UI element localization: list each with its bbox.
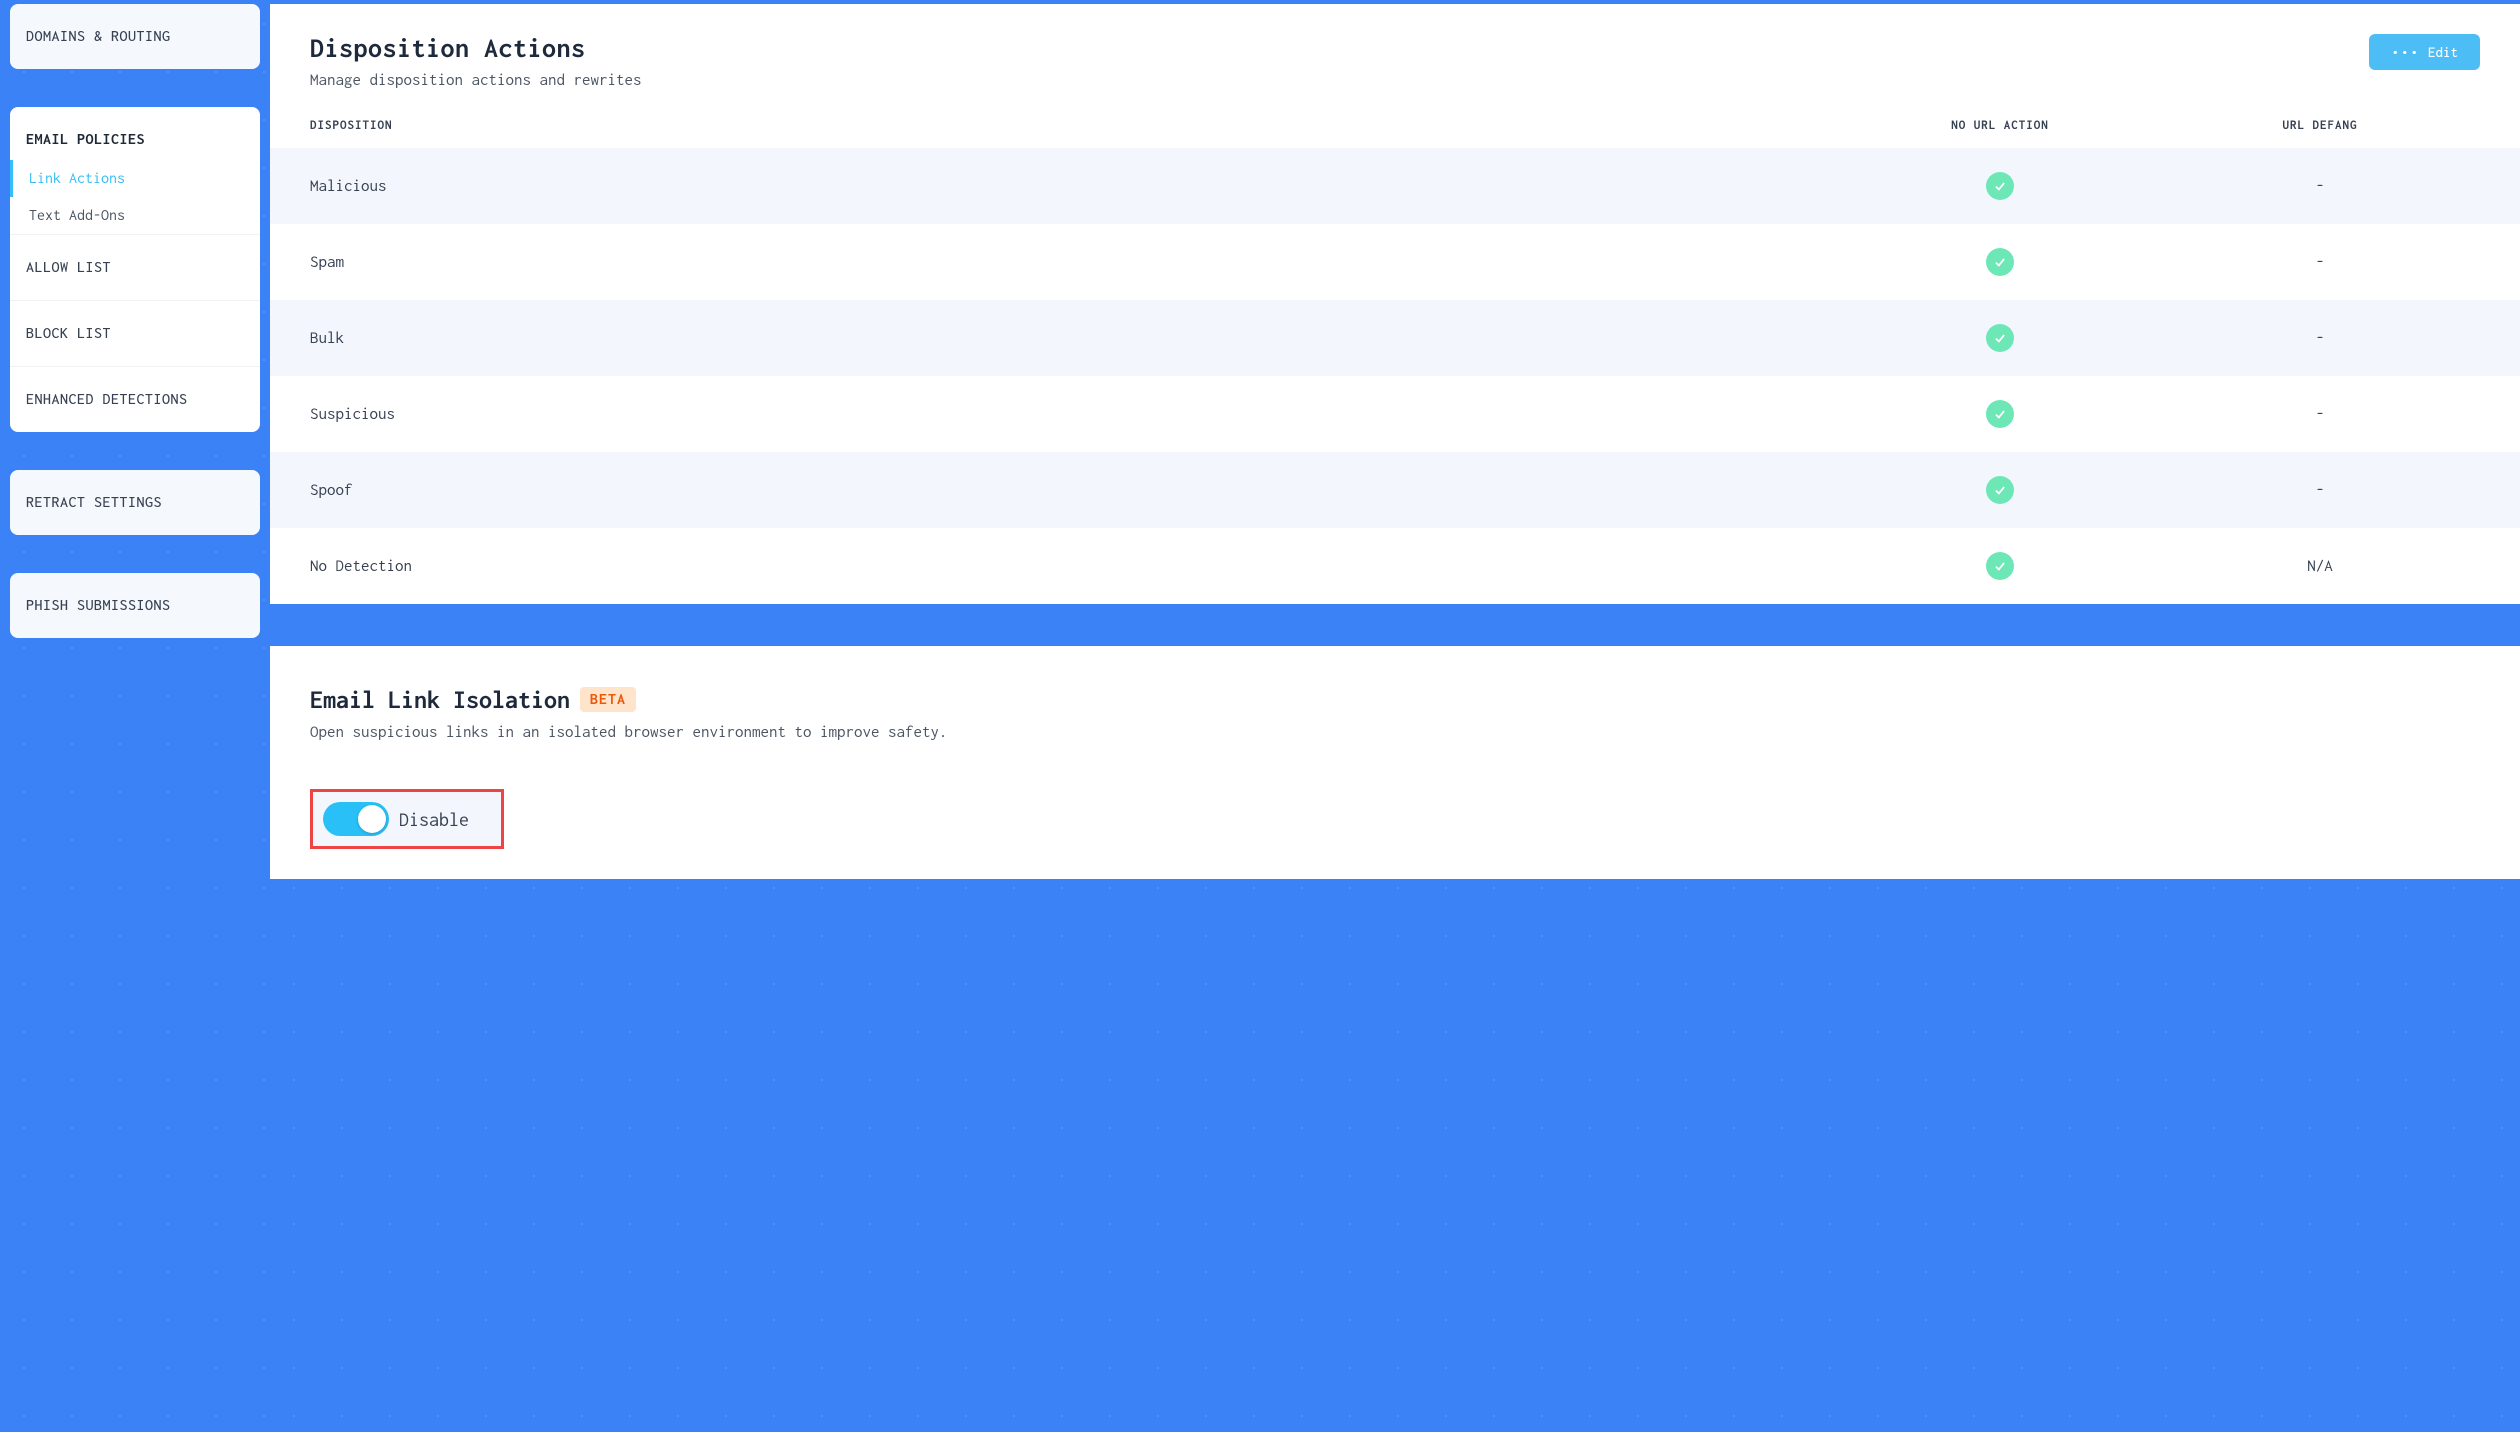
check-icon [1986,552,2014,580]
url-defang-cell: - [2160,253,2480,271]
beta-badge: BETA [580,687,636,712]
sidebar-item-domains-routing[interactable]: DOMAINS & ROUTING [10,4,260,69]
url-defang-cell: N/A [2160,557,2480,575]
sidebar-item-enhanced-detections[interactable]: ENHANCED DETECTIONS [10,367,260,432]
check-icon [1986,172,2014,200]
sidebar-item-retract-settings[interactable]: RETRACT SETTINGS [10,470,260,535]
sidebar-item-allow-list[interactable]: ALLOW LIST [10,234,260,301]
check-icon [1986,400,2014,428]
email-link-isolation-panel: Email Link Isolation BETA Open suspiciou… [270,646,2520,879]
check-icon [1986,476,2014,504]
disposition-cell: No Detection [310,557,1840,575]
no-url-action-cell [1840,172,2160,200]
check-icon [1986,248,2014,276]
no-url-action-cell [1840,400,2160,428]
disposition-cell: Bulk [310,329,1840,347]
sidebar-card-retract-settings: RETRACT SETTINGS [10,470,260,535]
disposition-cell: Spoof [310,481,1840,499]
sidebar-item-block-list[interactable]: BLOCK LIST [10,301,260,367]
table-headers: DISPOSITION NO URL ACTION URL DEFANG [270,119,2520,148]
no-url-action-cell [1840,248,2160,276]
sidebar-subitem-link-actions[interactable]: Link Actions [10,160,260,197]
disposition-cell: Spam [310,253,1840,271]
col-no-url-action: NO URL ACTION [1840,119,2160,132]
sidebar-subitem-text-addons[interactable]: Text Add-Ons [10,197,260,234]
sidebar-item-phish-submissions[interactable]: PHISH SUBMISSIONS [10,573,260,638]
more-icon: ••• [2391,44,2420,60]
url-defang-cell: - [2160,405,2480,423]
url-defang-cell: - [2160,481,2480,499]
table-body: Malicious - Spam - Bulk - Suspicious - Spoof - No … [310,148,2480,604]
table-row: Bulk - [270,300,2520,376]
table-row: Spoof - [270,452,2520,528]
table-row: Spam - [270,224,2520,300]
sidebar-item-email-policies[interactable]: EMAIL POLICIES [10,107,260,160]
url-defang-cell: - [2160,329,2480,347]
col-disposition: DISPOSITION [310,119,1840,132]
sidebar-card-domains-routing: DOMAINS & ROUTING [10,4,260,69]
edit-button[interactable]: ••• Edit [2369,34,2480,70]
no-url-action-cell [1840,476,2160,504]
col-url-defang: URL DEFANG [2160,119,2480,132]
sidebar-card-email-policies: EMAIL POLICIES Link Actions Text Add-Ons… [10,107,260,432]
panel2-title-row: Email Link Isolation BETA [310,686,2480,713]
check-icon [1986,324,2014,352]
toggle-label: Disable [399,809,469,830]
disposition-actions-panel: Disposition Actions Manage disposition a… [270,4,2520,604]
sidebar-card-phish-submissions: PHISH SUBMISSIONS [10,573,260,638]
no-url-action-cell [1840,552,2160,580]
toggle-section-highlight: Disable [310,789,504,849]
panel-header: Disposition Actions Manage disposition a… [310,34,2480,89]
main-content: Disposition Actions Manage disposition a… [270,0,2520,1432]
table-row: Suspicious - [270,376,2520,452]
toggle-knob [358,805,386,833]
url-defang-cell: - [2160,177,2480,195]
table-row: Malicious - [270,148,2520,224]
panel-title: Disposition Actions [310,34,642,63]
panel-subtitle: Manage disposition actions and rewrites [310,71,642,89]
disposition-cell: Suspicious [310,405,1840,423]
disposition-cell: Malicious [310,177,1840,195]
disable-toggle[interactable] [323,802,389,836]
edit-button-label: Edit [2428,44,2458,60]
no-url-action-cell [1840,324,2160,352]
panel2-title: Email Link Isolation [310,686,570,713]
sidebar: DOMAINS & ROUTING EMAIL POLICIES Link Ac… [0,0,270,1432]
panel2-subtitle: Open suspicious links in an isolated bro… [310,723,2480,741]
table-row: No Detection N/A [270,528,2520,604]
